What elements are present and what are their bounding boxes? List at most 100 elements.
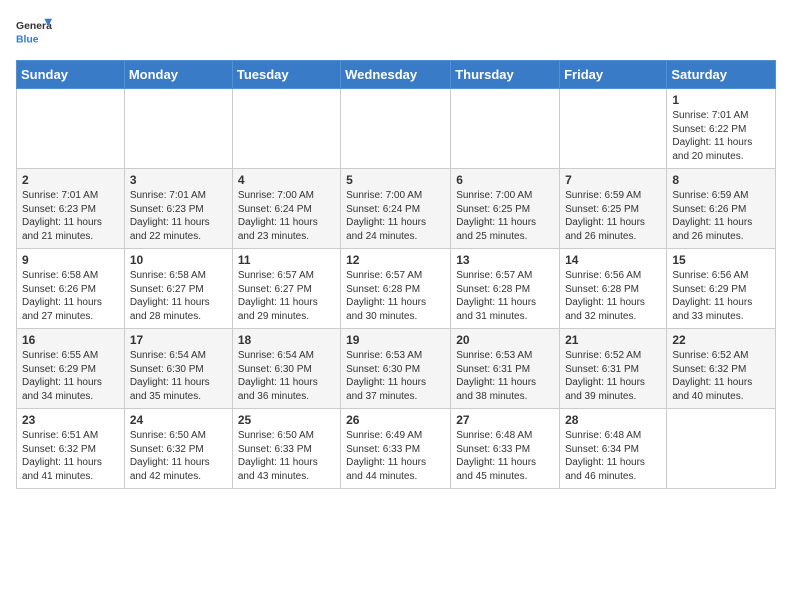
calendar-cell: 9 Sunrise: 6:58 AM Sunset: 6:26 PM Daylig… [17,249,125,329]
svg-text:Blue: Blue [16,34,39,45]
calendar-cell: 7 Sunrise: 6:59 AM Sunset: 6:25 PM Daylig… [560,169,667,249]
weekday-header-monday: Monday [124,61,232,89]
day-number: 10 [130,253,227,267]
day-info: Sunrise: 6:50 AM Sunset: 6:32 PM Dayligh… [130,429,227,483]
weekday-header-thursday: Thursday [451,61,560,89]
day-info: Sunrise: 6:55 AM Sunset: 6:29 PM Dayligh… [22,349,119,403]
calendar-cell [341,89,451,169]
day-number: 22 [672,333,770,347]
weekday-header-friday: Friday [560,61,667,89]
calendar-cell: 15Sunrise: 6:56 AM Sunset: 6:29 PM Dayli… [667,249,776,329]
page-header: General Blue [16,16,776,48]
day-number: 25 [238,413,335,427]
day-number: 21 [565,333,661,347]
day-info: Sunrise: 7:01 AM Sunset: 6:22 PM Dayligh… [672,109,770,163]
logo-icon: General Blue [16,16,52,48]
day-number: 17 [130,333,227,347]
calendar-cell [451,89,560,169]
calendar-cell: 21 Sunrise: 6:52 AM Sunset: 6:31 PM Dayli… [560,329,667,409]
calendar-cell: 27 Sunrise: 6:48 AM Sunset: 6:33 PM Dayli… [451,409,560,489]
calendar-cell: 6 Sunrise: 7:00 AM Sunset: 6:25 PM Daylig… [451,169,560,249]
calendar-cell: 23Sunrise: 6:51 AM Sunset: 6:32 PM Dayli… [17,409,125,489]
day-info: Sunrise: 7:00 AM Sunset: 6:25 PM Dayligh… [456,189,554,243]
calendar-cell [17,89,125,169]
day-info: Sunrise: 6:59 AM Sunset: 6:26 PM Dayligh… [672,189,770,243]
weekday-header-saturday: Saturday [667,61,776,89]
day-info: Sunrise: 6:52 AM Sunset: 6:32 PM Dayligh… [672,349,770,403]
calendar-cell: 2 Sunrise: 7:01 AM Sunset: 6:23 PM Daylig… [17,169,125,249]
day-number: 3 [130,173,227,187]
day-number: 26 [346,413,445,427]
day-number: 8 [672,173,770,187]
day-number: 7 [565,173,661,187]
calendar-cell: 18 Sunrise: 6:54 AM Sunset: 6:30 PM Dayli… [232,329,340,409]
weekday-header-row: SundayMondayTuesdayWednesdayThursdayFrid… [17,61,776,89]
calendar-cell: 22 Sunrise: 6:52 AM Sunset: 6:32 PM Dayli… [667,329,776,409]
day-number: 16 [22,333,119,347]
day-info: Sunrise: 6:48 AM Sunset: 6:33 PM Dayligh… [456,429,554,483]
weekday-header-sunday: Sunday [17,61,125,89]
day-info: Sunrise: 6:57 AM Sunset: 6:28 PM Dayligh… [346,269,445,323]
calendar-cell: 19Sunrise: 6:53 AM Sunset: 6:30 PM Dayli… [341,329,451,409]
calendar-cell: 24 Sunrise: 6:50 AM Sunset: 6:32 PM Dayli… [124,409,232,489]
calendar-cell [667,409,776,489]
calendar-cell: 3 Sunrise: 7:01 AM Sunset: 6:23 PM Daylig… [124,169,232,249]
day-number: 12 [346,253,445,267]
week-row-1: 2 Sunrise: 7:01 AM Sunset: 6:23 PM Daylig… [17,169,776,249]
day-info: Sunrise: 6:48 AM Sunset: 6:34 PM Dayligh… [565,429,661,483]
calendar-cell: 12 Sunrise: 6:57 AM Sunset: 6:28 PM Dayli… [341,249,451,329]
day-number: 27 [456,413,554,427]
day-info: Sunrise: 6:57 AM Sunset: 6:28 PM Dayligh… [456,269,554,323]
calendar-cell: 25 Sunrise: 6:50 AM Sunset: 6:33 PM Dayli… [232,409,340,489]
day-number: 6 [456,173,554,187]
day-number: 1 [672,93,770,107]
day-info: Sunrise: 7:00 AM Sunset: 6:24 PM Dayligh… [238,189,335,243]
logo: General Blue [16,16,52,48]
calendar-cell: 20 Sunrise: 6:53 AM Sunset: 6:31 PM Dayli… [451,329,560,409]
day-number: 15 [672,253,770,267]
calendar-cell: 4 Sunrise: 7:00 AM Sunset: 6:24 PM Daylig… [232,169,340,249]
day-number: 20 [456,333,554,347]
calendar-cell: 26 Sunrise: 6:49 AM Sunset: 6:33 PM Dayli… [341,409,451,489]
day-info: Sunrise: 6:53 AM Sunset: 6:31 PM Dayligh… [456,349,554,403]
calendar-cell: 28 Sunrise: 6:48 AM Sunset: 6:34 PM Dayli… [560,409,667,489]
day-info: Sunrise: 7:00 AM Sunset: 6:24 PM Dayligh… [346,189,445,243]
calendar-cell [560,89,667,169]
day-number: 9 [22,253,119,267]
day-info: Sunrise: 6:57 AM Sunset: 6:27 PM Dayligh… [238,269,335,323]
day-number: 28 [565,413,661,427]
day-info: Sunrise: 6:51 AM Sunset: 6:32 PM Dayligh… [22,429,119,483]
day-info: Sunrise: 6:59 AM Sunset: 6:25 PM Dayligh… [565,189,661,243]
calendar-table: SundayMondayTuesdayWednesdayThursdayFrid… [16,60,776,489]
day-info: Sunrise: 6:54 AM Sunset: 6:30 PM Dayligh… [130,349,227,403]
day-info: Sunrise: 6:54 AM Sunset: 6:30 PM Dayligh… [238,349,335,403]
day-number: 19 [346,333,445,347]
calendar-cell: 8 Sunrise: 6:59 AM Sunset: 6:26 PM Daylig… [667,169,776,249]
calendar-cell [232,89,340,169]
weekday-header-tuesday: Tuesday [232,61,340,89]
day-number: 18 [238,333,335,347]
day-info: Sunrise: 7:01 AM Sunset: 6:23 PM Dayligh… [22,189,119,243]
day-info: Sunrise: 6:58 AM Sunset: 6:26 PM Dayligh… [22,269,119,323]
day-number: 2 [22,173,119,187]
week-row-0: 1 Sunrise: 7:01 AM Sunset: 6:22 PM Daylig… [17,89,776,169]
calendar-cell: 1 Sunrise: 7:01 AM Sunset: 6:22 PM Daylig… [667,89,776,169]
calendar-cell: 11Sunrise: 6:57 AM Sunset: 6:27 PM Dayli… [232,249,340,329]
day-number: 4 [238,173,335,187]
day-info: Sunrise: 6:58 AM Sunset: 6:27 PM Dayligh… [130,269,227,323]
day-number: 5 [346,173,445,187]
week-row-3: 16 Sunrise: 6:55 AM Sunset: 6:29 PM Dayli… [17,329,776,409]
day-info: Sunrise: 6:52 AM Sunset: 6:31 PM Dayligh… [565,349,661,403]
day-number: 24 [130,413,227,427]
day-number: 14 [565,253,661,267]
calendar-cell: 16 Sunrise: 6:55 AM Sunset: 6:29 PM Dayli… [17,329,125,409]
day-info: Sunrise: 6:50 AM Sunset: 6:33 PM Dayligh… [238,429,335,483]
day-info: Sunrise: 7:01 AM Sunset: 6:23 PM Dayligh… [130,189,227,243]
calendar-cell: 13Sunrise: 6:57 AM Sunset: 6:28 PM Dayli… [451,249,560,329]
week-row-2: 9 Sunrise: 6:58 AM Sunset: 6:26 PM Daylig… [17,249,776,329]
day-info: Sunrise: 6:56 AM Sunset: 6:28 PM Dayligh… [565,269,661,323]
day-info: Sunrise: 6:49 AM Sunset: 6:33 PM Dayligh… [346,429,445,483]
calendar-cell: 10 Sunrise: 6:58 AM Sunset: 6:27 PM Dayli… [124,249,232,329]
calendar-cell: 14 Sunrise: 6:56 AM Sunset: 6:28 PM Dayli… [560,249,667,329]
weekday-header-wednesday: Wednesday [341,61,451,89]
